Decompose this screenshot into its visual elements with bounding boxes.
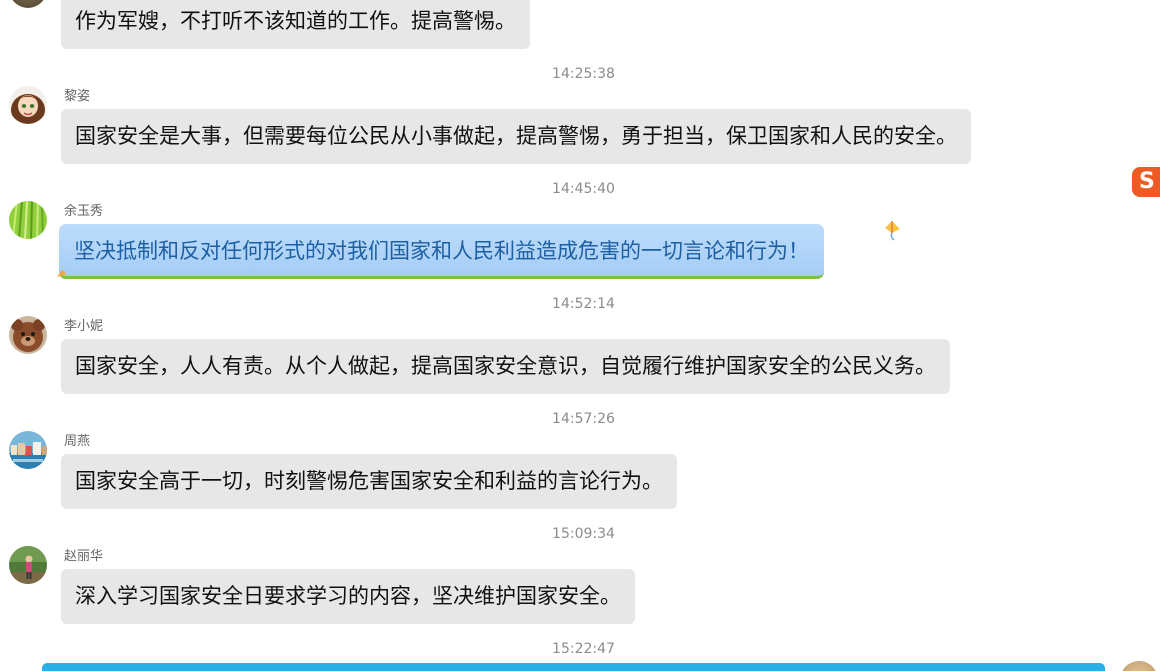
timestamp: 15:22:47 [552, 641, 615, 657]
message-text: 国家安全高于一切，时刻警惕危害国家安全和利益的言论行为。 [75, 469, 663, 493]
timestamp: 14:45:40 [552, 181, 615, 197]
message-text: 作为军嫂，不打听不该知道的工作。提高警惕。 [75, 9, 516, 33]
timestamp: 14:25:38 [552, 66, 615, 82]
message-bubble[interactable]: 作为军嫂，不打听不该知道的工作。提高警惕。 [61, 0, 530, 49]
message-bubble[interactable] [42, 663, 1105, 671]
green-grass-avatar-icon[interactable] [9, 201, 47, 239]
avatar[interactable] [9, 0, 47, 8]
sender-name: 余玉秀 [64, 204, 104, 219]
sender-name: 赵丽华 [64, 549, 104, 564]
message-bubble[interactable]: 国家安全是大事，但需要每位公民从小事做起，提高警惕，勇于担当，保卫国家和人民的安… [61, 109, 971, 164]
timestamp: 15:09:34 [552, 526, 615, 542]
message-bubble[interactable]: 深入学习国家安全日要求学习的内容，坚决维护国家安全。 [61, 569, 635, 624]
message-text: 国家安全，人人有责。从个人做起，提高国家安全意识，自觉履行维护国家安全的公民义务… [75, 354, 936, 378]
timestamp: 14:52:14 [552, 296, 615, 312]
message-bubble[interactable]: 国家安全，人人有责。从个人做起，提高国家安全意识，自觉履行维护国家安全的公民义务… [61, 339, 950, 394]
sender-name: 李小妮 [64, 319, 104, 334]
sender-name: 周燕 [64, 434, 91, 449]
message-text: 坚决抵制和反对任何形式的对我们国家和人民利益造成危害的一切言论和行为！ [74, 239, 809, 263]
message-bubble[interactable]: 国家安全高于一切，时刻警惕危害国家安全和利益的言论行为。 [61, 454, 677, 509]
kite-icon [55, 264, 69, 283]
message-bubble[interactable]: 坚决抵制和反对任何形式的对我们国家和人民利益造成危害的一切言论和行为！ [59, 224, 824, 279]
sender-name: 黎姿 [64, 89, 91, 104]
cartoon-girl-avatar-icon[interactable] [9, 86, 47, 124]
coastal-town-avatar-icon[interactable] [9, 431, 47, 469]
message-text: 深入学习国家安全日要求学习的内容，坚决维护国家安全。 [75, 584, 621, 608]
person-outdoor-avatar-icon[interactable] [9, 546, 47, 584]
chat-window: 作为军嫂，不打听不该知道的工作。提高警惕。 14:25:38 黎姿 国家安全是大… [0, 0, 1160, 671]
avatar[interactable] [1120, 661, 1158, 671]
teddy-bear-avatar-icon[interactable] [9, 316, 47, 354]
timestamp: 14:57:26 [552, 411, 615, 427]
kite-icon [882, 220, 902, 246]
message-text: 国家安全是大事，但需要每位公民从小事做起，提高警惕，勇于担当，保卫国家和人民的安… [75, 124, 957, 148]
